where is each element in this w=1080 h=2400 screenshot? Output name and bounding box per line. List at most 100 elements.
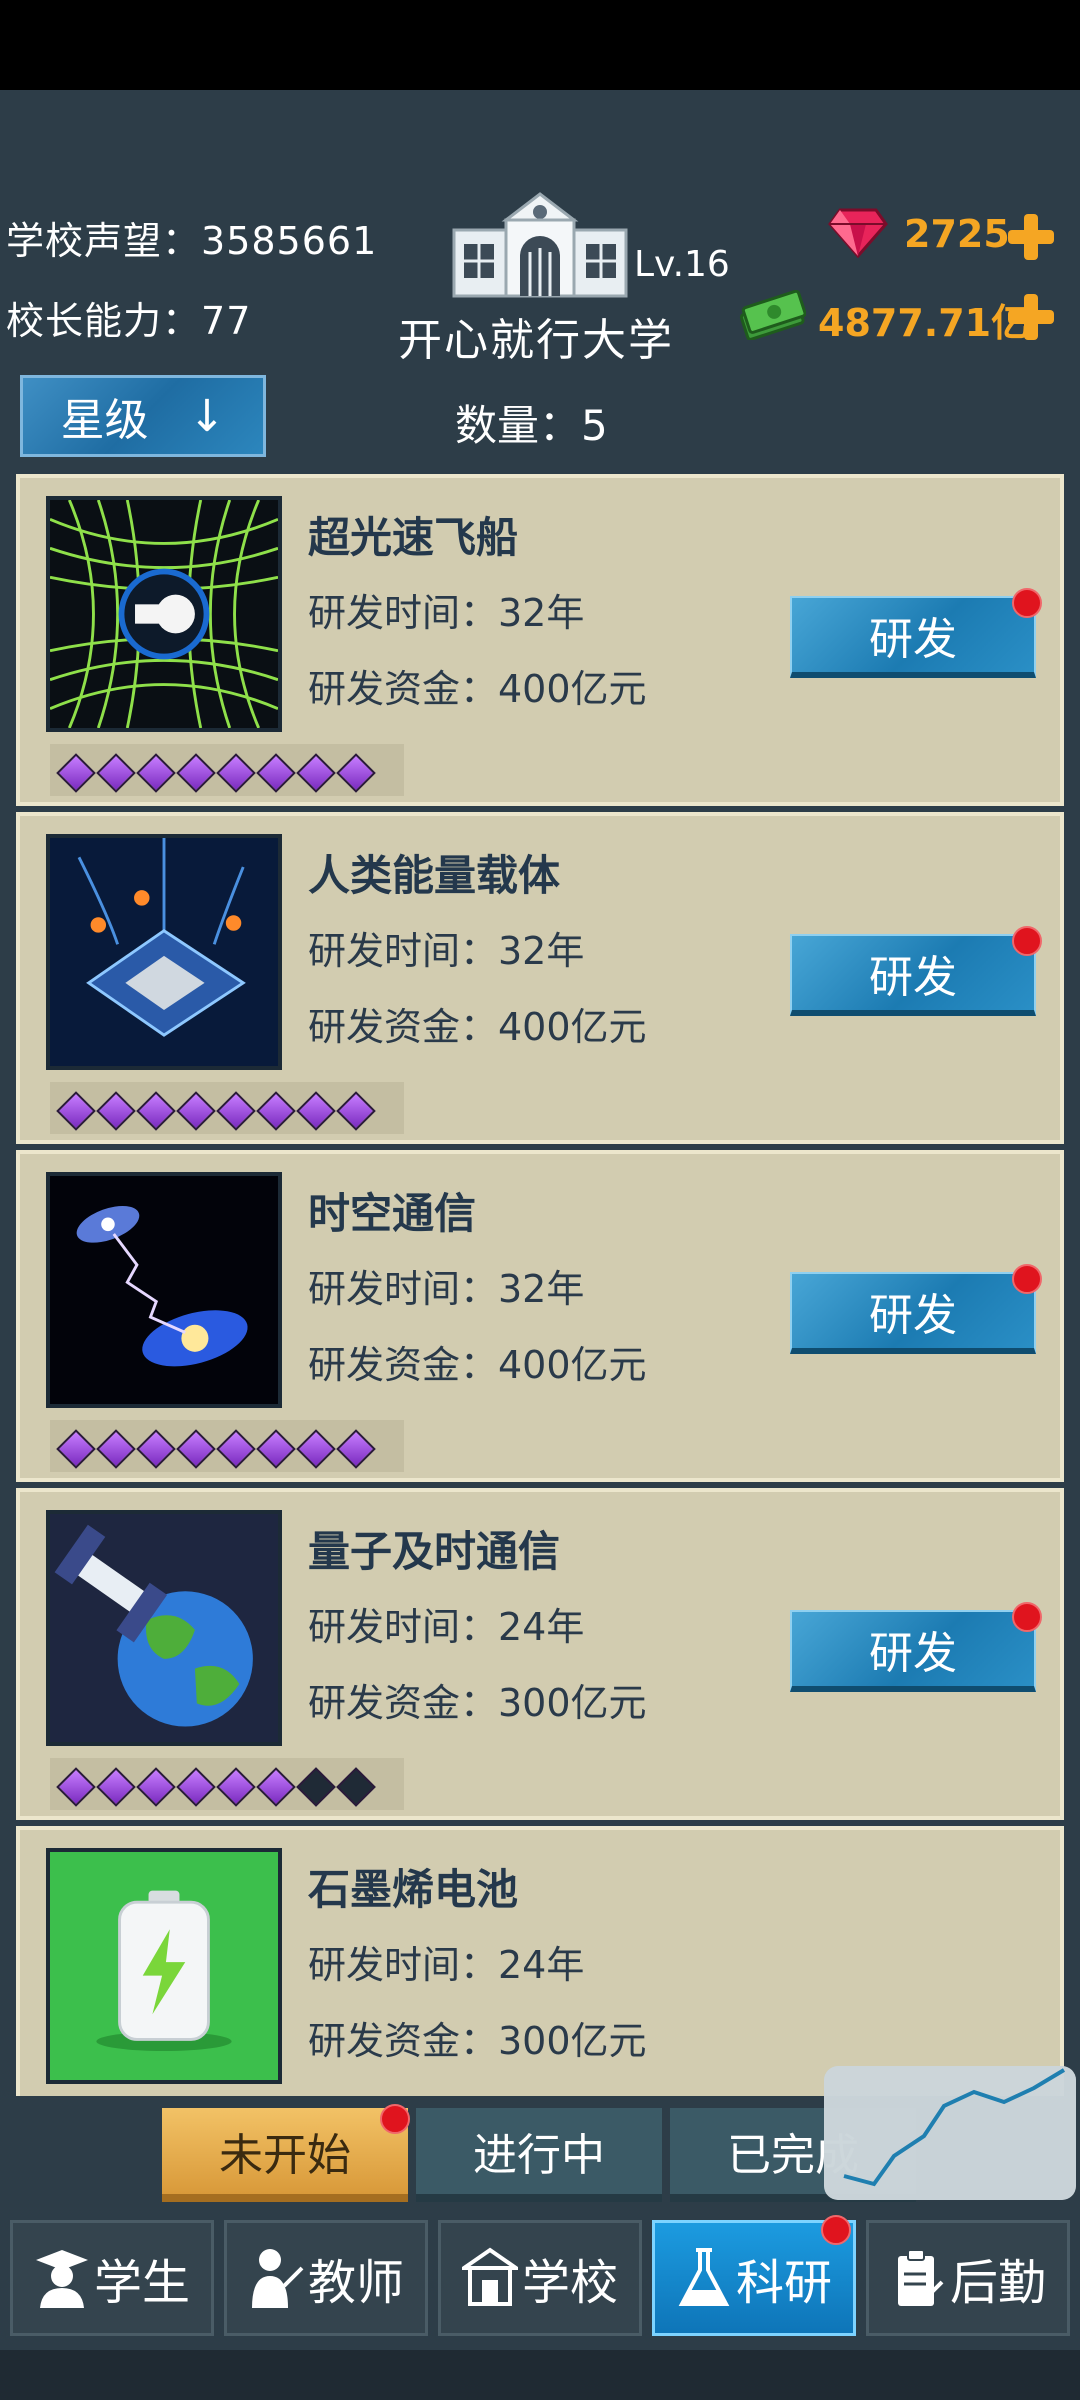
project-card: 人类能量载体 研发时间：32年 研发资金：400亿元 研发 [16, 812, 1064, 1144]
clipboard-icon [897, 2249, 944, 2306]
star-diamond-icon [174, 1089, 212, 1127]
star-diamond-icon [334, 1427, 372, 1465]
project-time: 研发时间：32年 [308, 1267, 585, 1311]
tab-label: 未开始 [219, 2130, 351, 2181]
school-name: 开心就行大学 [398, 315, 674, 366]
star-diamond-icon [54, 1765, 92, 1803]
star-diamond-icon [214, 751, 252, 789]
project-title: 人类能量载体 [308, 851, 561, 900]
star-rating [50, 1420, 404, 1472]
star-diamond-icon [214, 1765, 252, 1803]
gem-count: 2725 [904, 212, 1010, 256]
cash-icon [739, 290, 806, 340]
research-button[interactable]: 研发 [790, 588, 1042, 678]
project-title: 时空通信 [308, 1189, 477, 1238]
battery-icon [46, 1848, 282, 2084]
project-funds: 研发资金：400亿元 [308, 1005, 647, 1049]
nav-label: 教师 [307, 2255, 404, 2311]
project-time: 研发时间：24年 [308, 1605, 585, 1649]
chip-icon [46, 834, 282, 1070]
star-diamond-icon [94, 1765, 132, 1803]
sort-by-star-button[interactable]: 星级 ↓ [20, 375, 266, 457]
project-card: 石墨烯电池 研发时间：24年 研发资金：300亿元 [16, 1826, 1064, 2096]
star-diamond-icon [174, 751, 212, 789]
notification-dot [821, 2215, 851, 2245]
star-diamond-icon [254, 1089, 292, 1127]
nav-label: 学校 [521, 2255, 618, 2311]
project-funds: 研发资金：300亿元 [308, 2019, 647, 2063]
add-gems-button[interactable] [1006, 212, 1056, 262]
star-diamond-icon [94, 1089, 132, 1127]
project-time: 研发时间：32年 [308, 591, 585, 635]
star-diamond-icon [54, 1089, 92, 1127]
project-time: 研发时间：32年 [308, 929, 585, 973]
tab-not-started[interactable]: 未开始 [162, 2104, 410, 2202]
gem-icon [828, 208, 888, 258]
star-rating [50, 1758, 404, 1810]
school-building-icon[interactable] [450, 190, 630, 300]
project-card: 超光速飞船 研发时间：32年 研发资金：400亿元 研发 [16, 474, 1064, 806]
project-title: 石墨烯电池 [308, 1865, 519, 1914]
system-status-bar [0, 0, 1080, 90]
project-card: 时空通信 研发时间：32年 研发资金：400亿元 研发 [16, 1150, 1064, 1482]
star-diamond-icon [134, 1765, 172, 1803]
nav-logistics[interactable]: 后勤 [866, 2220, 1070, 2336]
star-diamond-icon [294, 1089, 332, 1127]
star-diamond-icon [134, 1089, 172, 1127]
project-funds: 研发资金：300亿元 [308, 1681, 647, 1725]
project-count: 数量：5 [455, 401, 608, 450]
research-button[interactable]: 研发 [790, 926, 1042, 1016]
project-title: 超光速飞船 [308, 513, 519, 562]
research-button[interactable]: 研发 [790, 1264, 1042, 1354]
star-diamond-icon [54, 751, 92, 789]
star-diamond-icon [134, 1427, 172, 1465]
star-diamond-icon [174, 1427, 212, 1465]
flask-icon [678, 2248, 730, 2306]
satellite-earth-icon [46, 1510, 282, 1746]
notification-dot [1012, 1602, 1042, 1632]
research-button[interactable]: 研发 [790, 1602, 1042, 1692]
nav-teachers[interactable]: 教师 [224, 2220, 428, 2336]
reputation-stat: 学校声望：3585661 [6, 219, 378, 263]
star-diamond-icon [54, 1427, 92, 1465]
star-diamond-icon [254, 1427, 292, 1465]
system-navigation-bar [0, 2350, 1080, 2400]
sort-arrow-icon: ↓ [188, 390, 226, 442]
floating-chart-widget-icon[interactable] [824, 2066, 1076, 2200]
money-count: 4877.71亿 [818, 301, 1030, 345]
project-time: 研发时间：24年 [308, 1943, 585, 1987]
teacher-icon [251, 2249, 304, 2308]
warp-ship-icon [46, 496, 282, 732]
student-icon [35, 2250, 88, 2308]
nav-school[interactable]: 学校 [438, 2220, 642, 2336]
star-diamond-icon [294, 1427, 332, 1465]
project-title: 量子及时通信 [308, 1527, 561, 1576]
sort-label: 星级 [60, 395, 149, 446]
star-diamond-icon [134, 751, 172, 789]
star-diamond-icon [214, 1089, 252, 1127]
add-money-button[interactable] [1006, 292, 1056, 342]
research-button-label: 研发 [869, 1290, 957, 1341]
galaxy-icon [46, 1172, 282, 1408]
nav-label: 科研 [735, 2255, 832, 2311]
project-funds: 研发资金：400亿元 [308, 667, 647, 711]
star-diamond-icon [254, 751, 292, 789]
star-diamond-icon [94, 751, 132, 789]
star-diamond-icon [174, 1765, 212, 1803]
nav-students[interactable]: 学生 [10, 2220, 214, 2336]
nav-research[interactable]: 科研 [652, 2215, 856, 2336]
star-diamond-icon [334, 1089, 372, 1127]
star-diamond-icon [214, 1427, 252, 1465]
empty-star-diamond-icon [334, 1765, 372, 1803]
notification-dot [1012, 926, 1042, 956]
tab-label: 进行中 [473, 2130, 605, 2181]
research-project-list[interactable]: 超光速飞船 研发时间：32年 研发资金：400亿元 研发 人类能量载体 研发时间… [16, 474, 1064, 2096]
tab-in-progress[interactable]: 进行中 [416, 2108, 662, 2202]
star-rating [50, 1082, 404, 1134]
star-diamond-icon [294, 751, 332, 789]
principal-ability-stat: 校长能力：77 [6, 299, 252, 343]
notification-dot [1012, 1264, 1042, 1294]
research-button-label: 研发 [869, 1628, 957, 1679]
star-diamond-icon [254, 1765, 292, 1803]
school-icon [461, 2247, 518, 2306]
